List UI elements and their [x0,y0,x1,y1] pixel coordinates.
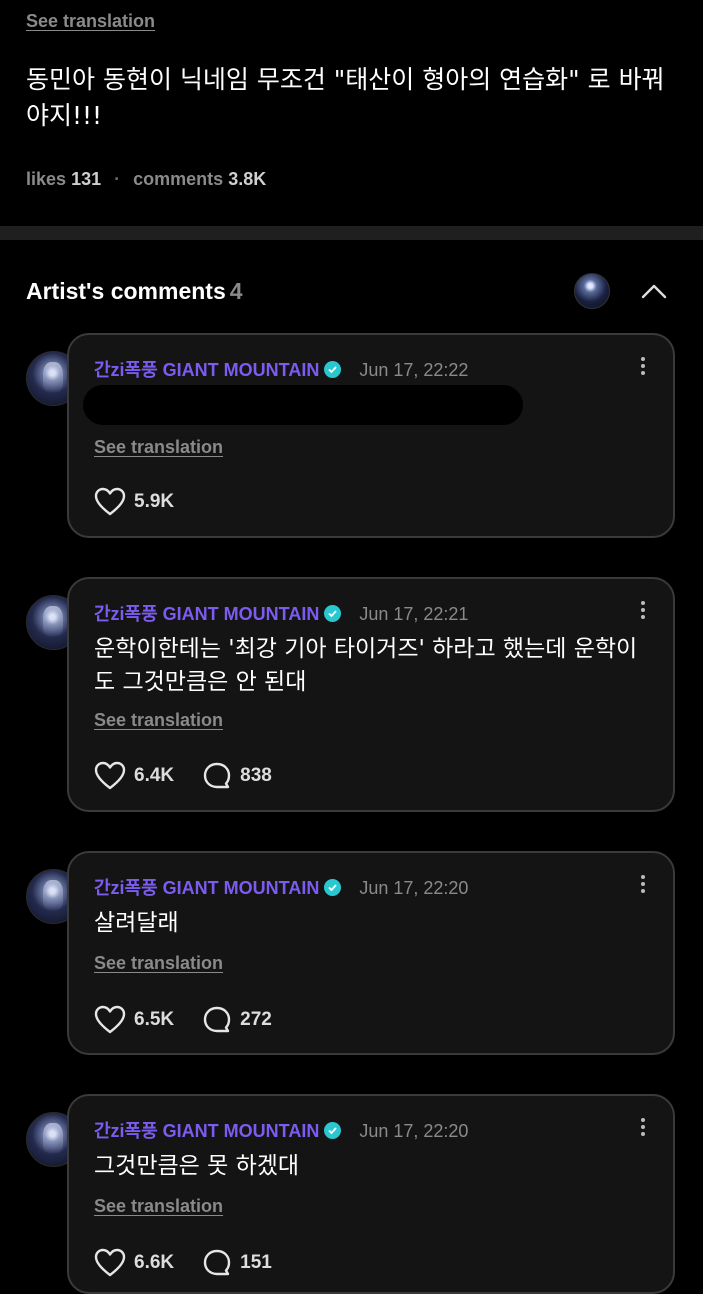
likes-label: likes [26,169,67,189]
more-vertical-icon[interactable] [639,355,647,377]
comment-card: 간zi폭풍 GIANT MOUNTAIN Jun 17, 22:20 살려달래 S… [67,851,675,1055]
more-vertical-icon[interactable] [639,599,647,621]
comment-time: Jun 17, 22:22 [359,360,469,380]
comment-text: 살려달래 [94,910,179,936]
comment-meta: 간zi폭풍 GIANT MOUNTAIN Jun 17, 22:20 [94,1117,468,1141]
comment-see-translation-link[interactable]: See translation [94,710,223,731]
comment-text: 운학이한테는 '최강 기아 타이거즈' 하라고 했는데 운학이도 그것만큼은 안… [94,636,638,695]
like-button[interactable]: 6.6K [94,1248,174,1278]
like-button[interactable]: 6.4K [94,761,174,791]
comment-author[interactable]: 간zi폭풍 GIANT MOUNTAIN [94,1121,319,1141]
comment-card: 간zi폭풍 GIANT MOUNTAIN Jun 17, 22:20 그것만큼은 … [67,1094,675,1294]
reply-count: 272 [240,1009,272,1030]
comment-see-translation-link[interactable]: See translation [94,1196,223,1217]
post-see-translation-link[interactable]: See translation [26,11,155,32]
redacted-comment-text [83,385,523,425]
heart-icon [94,487,126,516]
comment-card: 간zi폭풍 GIANT MOUNTAIN Jun 17, 22:22 See tr… [67,333,675,538]
comment-actions: 6.4K 838 [94,761,272,791]
comment-author[interactable]: 간zi폭풍 GIANT MOUNTAIN [94,360,319,380]
reply-button[interactable]: 151 [202,1248,272,1278]
comment-time: Jun 17, 22:21 [359,604,469,624]
comment-author[interactable]: 간zi폭풍 GIANT MOUNTAIN [94,604,319,624]
like-count: 6.5K [134,1009,175,1030]
more-vertical-icon[interactable] [639,1116,647,1138]
section-title: Artist's comments [26,278,226,304]
like-count: 6.4K [134,765,175,786]
comment-time: Jun 17, 22:20 [359,878,469,898]
section-divider [0,226,703,240]
comment-card: 간zi폭풍 GIANT MOUNTAIN Jun 17, 22:21 운학이한테는… [67,577,675,812]
comment-time: Jun 17, 22:20 [359,1121,469,1141]
comment-meta: 간zi폭풍 GIANT MOUNTAIN Jun 17, 22:22 [94,356,468,380]
comment-text: 그것만큼은 못 하겠대 [94,1153,300,1179]
reply-button[interactable]: 272 [202,1005,272,1035]
verified-check-icon [324,361,342,378]
likes-count: 131 [71,169,102,189]
verified-check-icon [324,879,342,896]
comment-author[interactable]: 간zi폭풍 GIANT MOUNTAIN [94,878,319,898]
heart-icon [94,761,126,790]
reply-count: 838 [240,765,272,786]
comment-bubble-icon [203,1006,231,1033]
artist-avatar[interactable] [574,273,610,309]
comment-meta: 간zi폭풍 GIANT MOUNTAIN Jun 17, 22:21 [94,600,468,624]
like-count: 6.6K [134,1252,175,1273]
section-count: 4 [229,278,243,304]
comment-actions: 6.5K 272 [94,1005,272,1035]
comment-bubble-icon [203,1249,231,1276]
like-button[interactable]: 5.9K [94,487,174,517]
post-body: 동민아 동현이 닉네임 무조건 "태산이 형아의 연습화" 로 바꿔야지!!! [26,65,665,130]
verified-check-icon [324,1122,342,1139]
artist-comments-header: Artist's comments 4 [26,273,676,309]
comment-see-translation-link[interactable]: See translation [94,953,223,974]
more-vertical-icon[interactable] [639,873,647,895]
comments-count: 3.8K [228,169,267,189]
like-button[interactable]: 6.5K [94,1005,174,1035]
comment-meta: 간zi폭풍 GIANT MOUNTAIN Jun 17, 22:20 [94,874,468,898]
chevron-up-icon[interactable] [636,274,672,310]
comment-bubble-icon [203,762,231,789]
comments-label: comments [133,169,224,189]
post-stats: likes 131 · comments 3.8K [26,169,266,190]
reply-button[interactable]: 838 [202,761,272,791]
heart-icon [94,1005,126,1034]
comment-actions: 5.9K [94,487,174,517]
verified-check-icon [324,605,342,622]
comment-see-translation-link[interactable]: See translation [94,437,223,458]
like-count: 5.9K [134,491,175,512]
stats-separator: · [114,169,121,189]
reply-count: 151 [240,1252,272,1273]
heart-icon [94,1248,126,1277]
comment-actions: 6.6K 151 [94,1248,272,1278]
